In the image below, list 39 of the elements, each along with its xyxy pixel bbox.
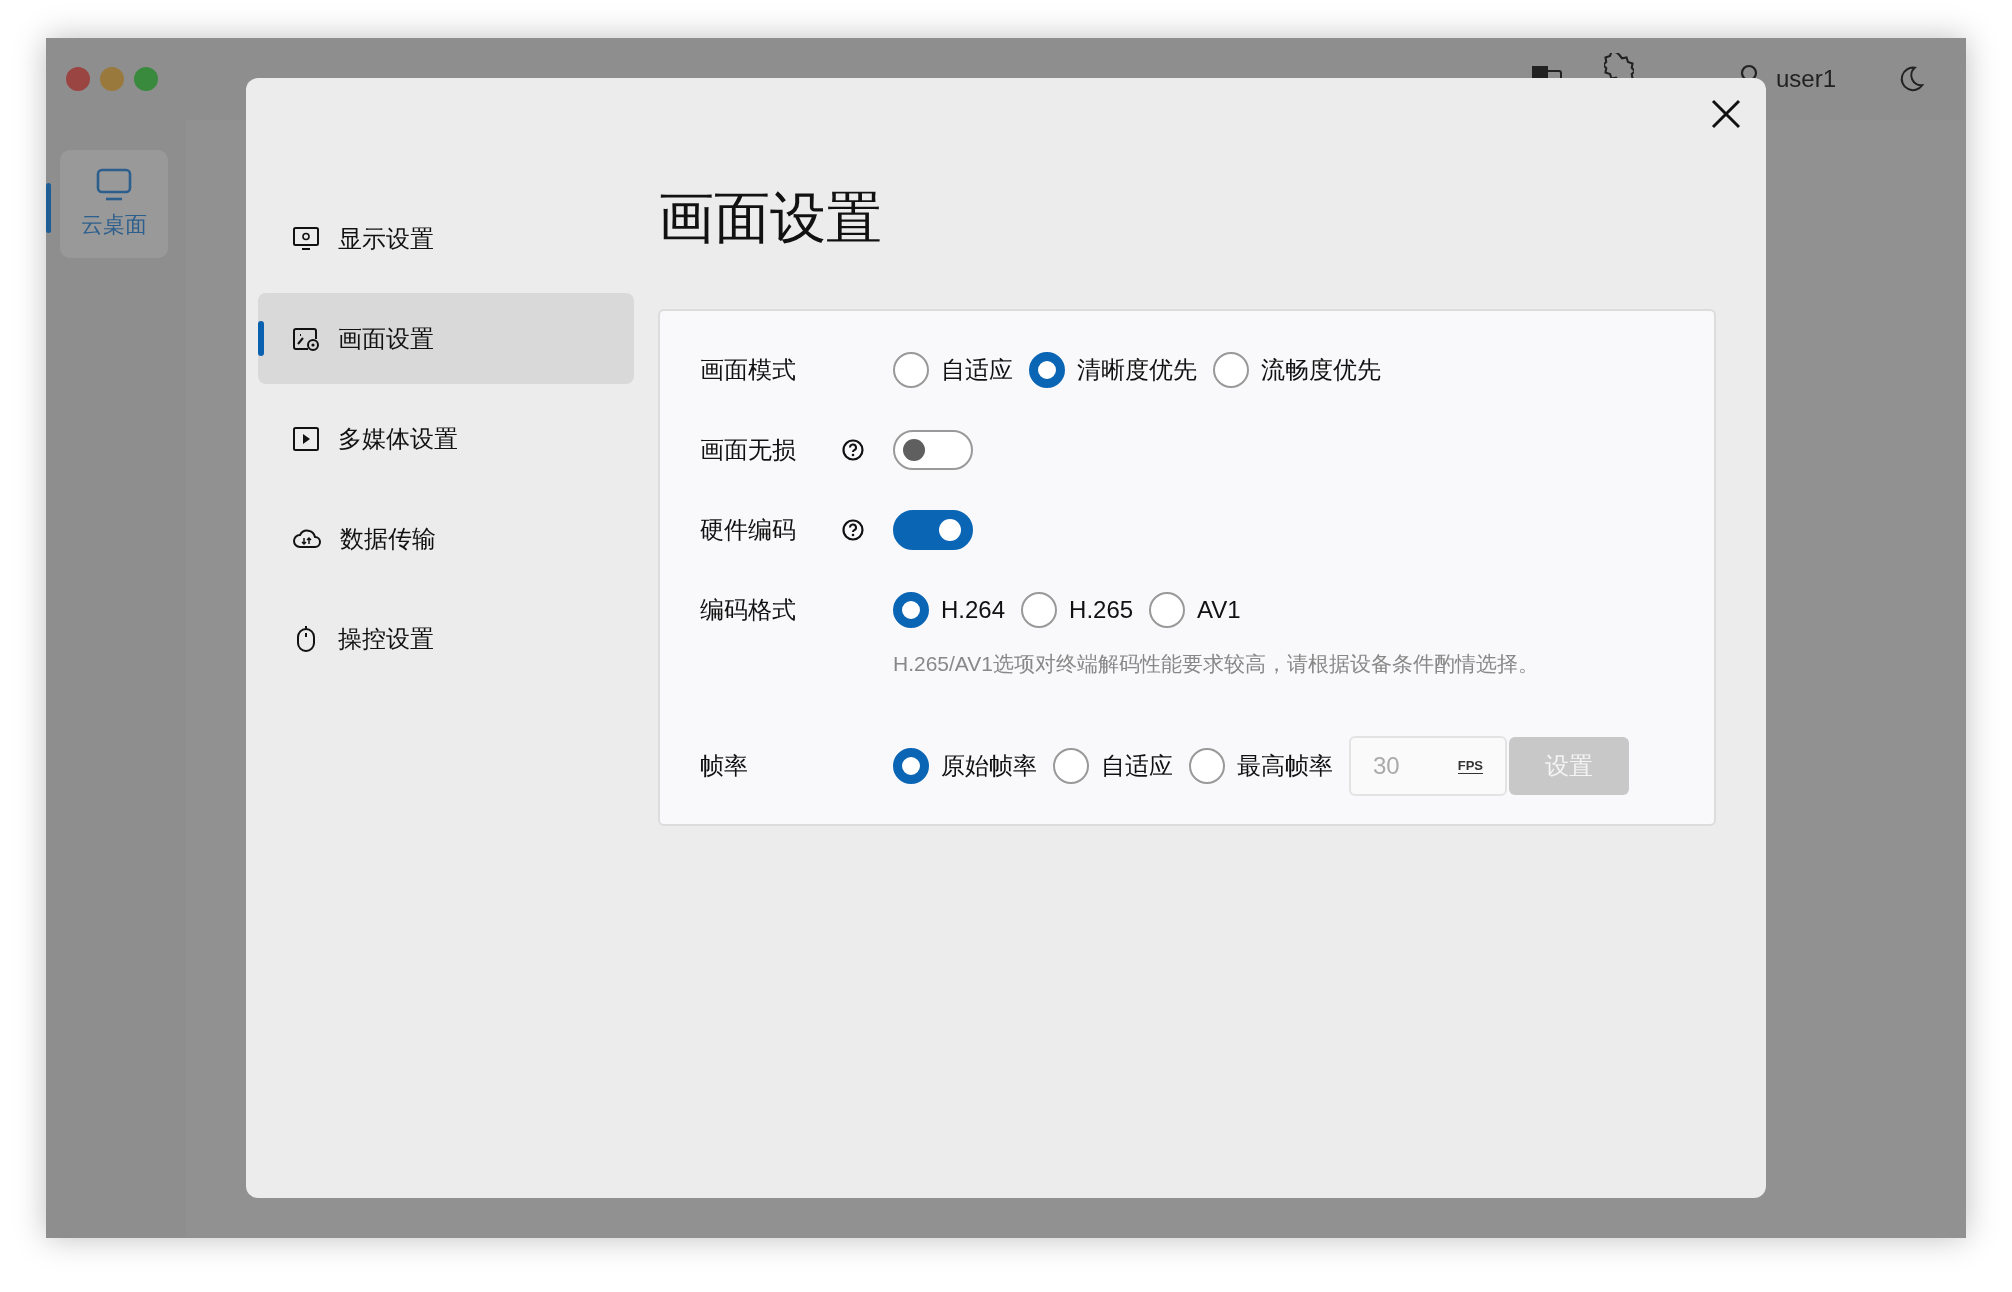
radio-button[interactable] bbox=[1029, 352, 1065, 388]
hint-text: H.265/AV1选项对终端解码性能要求较高，请根据设备条件酌情选择。 bbox=[893, 651, 1540, 677]
radio-button[interactable] bbox=[1021, 592, 1058, 628]
help-icon[interactable] bbox=[841, 518, 865, 542]
help-icon[interactable] bbox=[841, 438, 865, 462]
monitor-icon bbox=[95, 168, 133, 202]
radio-button[interactable] bbox=[1053, 748, 1089, 784]
dialog-title: 画面设置 bbox=[658, 185, 883, 251]
radio-button[interactable] bbox=[1149, 592, 1186, 628]
radio-option[interactable]: H.264 bbox=[893, 592, 1006, 628]
nav-item[interactable]: 显示设置 bbox=[258, 193, 634, 284]
close-icon[interactable] bbox=[1710, 98, 1742, 130]
toggle-switch[interactable] bbox=[893, 430, 973, 470]
nav-item[interactable]: 操控设置 bbox=[258, 593, 634, 684]
radio-button[interactable] bbox=[893, 352, 929, 388]
setting-label: 画面无损 bbox=[700, 435, 796, 465]
radio-option[interactable]: 最高帧率 bbox=[1189, 748, 1333, 784]
radio-button[interactable] bbox=[1213, 352, 1249, 388]
radio-button[interactable] bbox=[893, 592, 929, 628]
nav-item[interactable]: 画面设置 bbox=[258, 293, 634, 384]
monitor-icon bbox=[292, 224, 320, 253]
radio-option[interactable]: 自适应 bbox=[893, 352, 1013, 388]
radio-option[interactable]: 原始帧率 bbox=[893, 748, 1037, 784]
setting-label: 画面模式 bbox=[700, 355, 796, 385]
setting-label: 帧率 bbox=[700, 751, 748, 781]
radio-option[interactable]: H.265 bbox=[1021, 592, 1134, 628]
radio-button[interactable] bbox=[1189, 748, 1225, 784]
nav-item[interactable]: 数据传输 bbox=[258, 493, 634, 584]
radio-option[interactable]: 自适应 bbox=[1053, 748, 1173, 784]
setting-label: 硬件编码 bbox=[700, 515, 796, 545]
fps-unit-label: FPS bbox=[1457, 758, 1483, 774]
radio-option[interactable]: AV1 bbox=[1149, 592, 1241, 628]
radio-option[interactable]: 流畅度优先 bbox=[1213, 352, 1381, 388]
radio-button[interactable] bbox=[893, 748, 929, 784]
setting-label: 编码格式 bbox=[700, 595, 796, 625]
toggle-switch[interactable] bbox=[893, 510, 973, 550]
play-icon bbox=[292, 424, 320, 453]
radio-option[interactable]: 清晰度优先 bbox=[1029, 352, 1197, 388]
nav-item[interactable]: 多媒体设置 bbox=[258, 393, 634, 484]
